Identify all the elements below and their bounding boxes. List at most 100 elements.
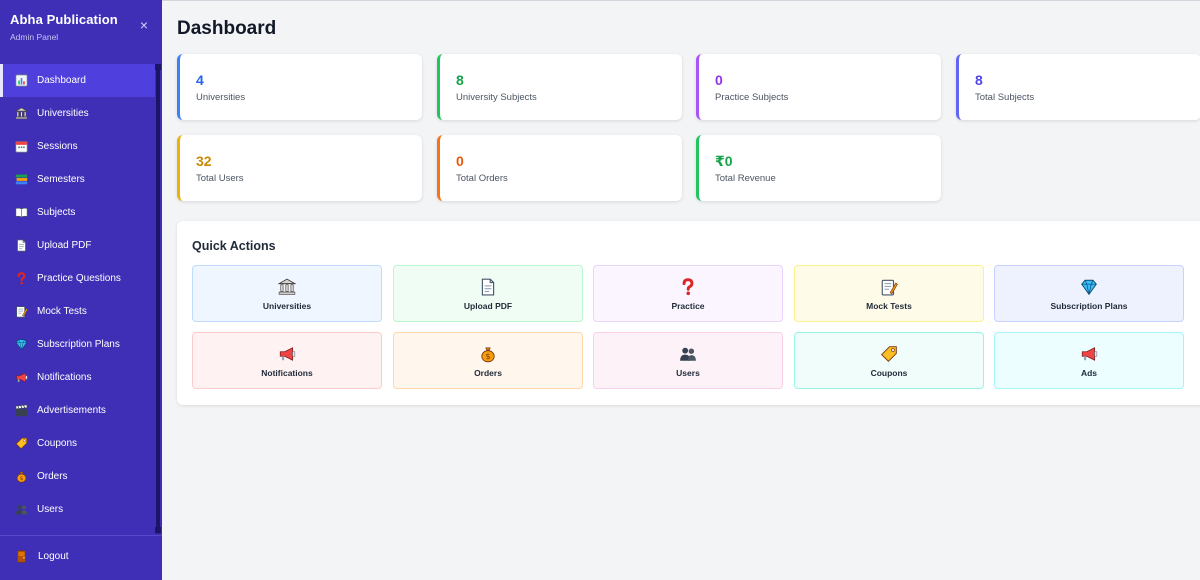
document-icon: [14, 239, 28, 253]
logout-button[interactable]: Logout: [14, 549, 69, 563]
sidebar-item-semesters[interactable]: Semesters: [0, 163, 155, 196]
document-icon: [479, 278, 497, 296]
sidebar-item-label: Subjects: [37, 207, 76, 218]
quick-actions-panel: Quick Actions Universities Upload PDF Prac…: [177, 221, 1200, 405]
quick-action-orders[interactable]: $ Orders: [393, 332, 583, 389]
sidebar-item-label: Practice Questions: [37, 273, 121, 284]
gem-icon: [1080, 278, 1098, 296]
quick-action-label: Practice: [671, 301, 705, 311]
quick-action-mock-tests[interactable]: Mock Tests: [794, 265, 984, 322]
sidebar-item-coupons[interactable]: Coupons: [0, 427, 155, 460]
sidebar-item-practice-questions[interactable]: Practice Questions: [0, 262, 155, 295]
chart-icon: [14, 74, 28, 88]
gem-icon: [14, 338, 28, 352]
sidebar-item-label: Universities: [37, 108, 89, 119]
quick-actions-title: Quick Actions: [192, 239, 276, 253]
stat-label: Total Subjects: [975, 92, 1035, 103]
sidebar-item-label: Subscription Plans: [37, 339, 120, 350]
quick-action-upload-pdf[interactable]: Upload PDF: [393, 265, 583, 322]
stat-card-universities: 4 Universities: [177, 54, 422, 120]
sidebar-item-advertisements[interactable]: Advertisements: [0, 394, 155, 427]
quick-action-universities[interactable]: Universities: [192, 265, 382, 322]
svg-text:$: $: [485, 352, 490, 361]
sidebar-item-label: Orders: [37, 471, 68, 482]
page-title: Dashboard: [177, 18, 277, 39]
quick-action-label: Ads: [1080, 368, 1098, 378]
sidebar-item-sessions[interactable]: Sessions: [0, 130, 155, 163]
sidebar-item-label: Mock Tests: [37, 306, 87, 317]
quick-action-label: Universities: [262, 301, 312, 311]
stat-value: ₹0: [715, 153, 733, 169]
quick-action-practice[interactable]: Practice: [593, 265, 783, 322]
sidebar-item-label: Upload PDF: [37, 240, 92, 251]
books-icon: [14, 173, 28, 187]
quick-action-coupons[interactable]: Coupons: [794, 332, 984, 389]
sidebar-item-notifications[interactable]: Notifications: [0, 361, 155, 394]
stat-value: 8: [456, 72, 464, 88]
sidebar-item-subjects[interactable]: Subjects: [0, 196, 155, 229]
megaphone-icon: [14, 371, 28, 385]
quick-action-label: Coupons: [870, 368, 908, 378]
bank-icon: [14, 107, 28, 121]
quick-action-label: Orders: [474, 368, 502, 378]
stat-card-practice-subjects: 0 Practice Subjects: [696, 54, 941, 120]
brand-title: Abha Publication: [10, 12, 118, 27]
door-icon: [14, 549, 28, 563]
close-sidebar-button[interactable]: ×: [137, 18, 151, 32]
sidebar-item-label: Coupons: [37, 438, 78, 449]
stat-card-total-revenue: ₹0 Total Revenue: [696, 135, 941, 201]
brand: Abha Publication Admin Panel: [10, 12, 118, 42]
bank-icon: [278, 278, 296, 296]
quick-action-subscription-plans[interactable]: Subscription Plans: [994, 265, 1184, 322]
sidebar-item-label: Users: [37, 504, 64, 515]
brand-subtitle: Admin Panel: [10, 32, 59, 42]
sidebar-item-label: Advertisements: [37, 405, 106, 416]
sidebar-item-dashboard[interactable]: Dashboard: [0, 64, 155, 97]
users-icon: [679, 345, 697, 363]
sidebar-item-universities[interactable]: Universities: [0, 97, 155, 130]
quick-action-notifications[interactable]: Notifications: [192, 332, 382, 389]
clapper-icon: [14, 404, 28, 418]
sidebar-item-label: Dashboard: [37, 75, 86, 86]
stat-value: 8: [975, 72, 983, 88]
logout-label: Logout: [38, 550, 69, 562]
quick-action-label: Upload PDF: [463, 301, 513, 311]
stat-label: Practice Subjects: [715, 92, 789, 103]
stat-value: 0: [456, 153, 464, 169]
scroll-down-arrow[interactable]: [155, 527, 161, 533]
stat-value: 0: [715, 72, 723, 88]
sidebar-item-label: Semesters: [37, 174, 85, 185]
svg-text:$: $: [19, 476, 23, 482]
tag-icon: [14, 437, 28, 451]
sidebar-item-subscription-plans[interactable]: Subscription Plans: [0, 328, 155, 361]
sidebar-item-label: Notifications: [37, 372, 92, 383]
quick-action-label: Subscription Plans: [1050, 301, 1128, 311]
megaphone-icon: [1080, 345, 1098, 363]
stat-value: 32: [196, 153, 212, 169]
calendar-icon: [14, 140, 28, 154]
quick-action-ads[interactable]: Ads: [994, 332, 1184, 389]
sidebar-nav: Dashboard Universities Sessions Semesters Su…: [0, 64, 155, 526]
scroll-up-arrow[interactable]: [155, 64, 161, 70]
sidebar-item-upload-pdf[interactable]: Upload PDF: [0, 229, 155, 262]
sidebar: Abha Publication Admin Panel × Dashboard…: [0, 0, 162, 580]
stat-label: Total Revenue: [715, 173, 776, 184]
stat-card-total-users: 32 Total Users: [177, 135, 422, 201]
sidebar-item-mock-tests[interactable]: Mock Tests: [0, 295, 155, 328]
stat-card-university-subjects: 8 University Subjects: [437, 54, 682, 120]
stat-card-total-orders: 0 Total Orders: [437, 135, 682, 201]
megaphone-icon: [278, 345, 296, 363]
book-icon: [14, 206, 28, 220]
sidebar-item-users[interactable]: Users: [0, 493, 155, 526]
quick-action-users[interactable]: Users: [593, 332, 783, 389]
sidebar-item-label: Sessions: [37, 141, 78, 152]
sidebar-scrollbar-thumb[interactable]: [156, 70, 160, 530]
stat-card-total-subjects: 8 Total Subjects: [956, 54, 1200, 120]
memo-icon: [880, 278, 898, 296]
sidebar-item-orders[interactable]: $ Orders: [0, 460, 155, 493]
stat-label: Total Orders: [456, 173, 508, 184]
quick-action-label: Users: [676, 368, 700, 378]
tag-icon: [880, 345, 898, 363]
quick-action-label: Notifications: [261, 368, 313, 378]
users-icon: [14, 503, 28, 517]
